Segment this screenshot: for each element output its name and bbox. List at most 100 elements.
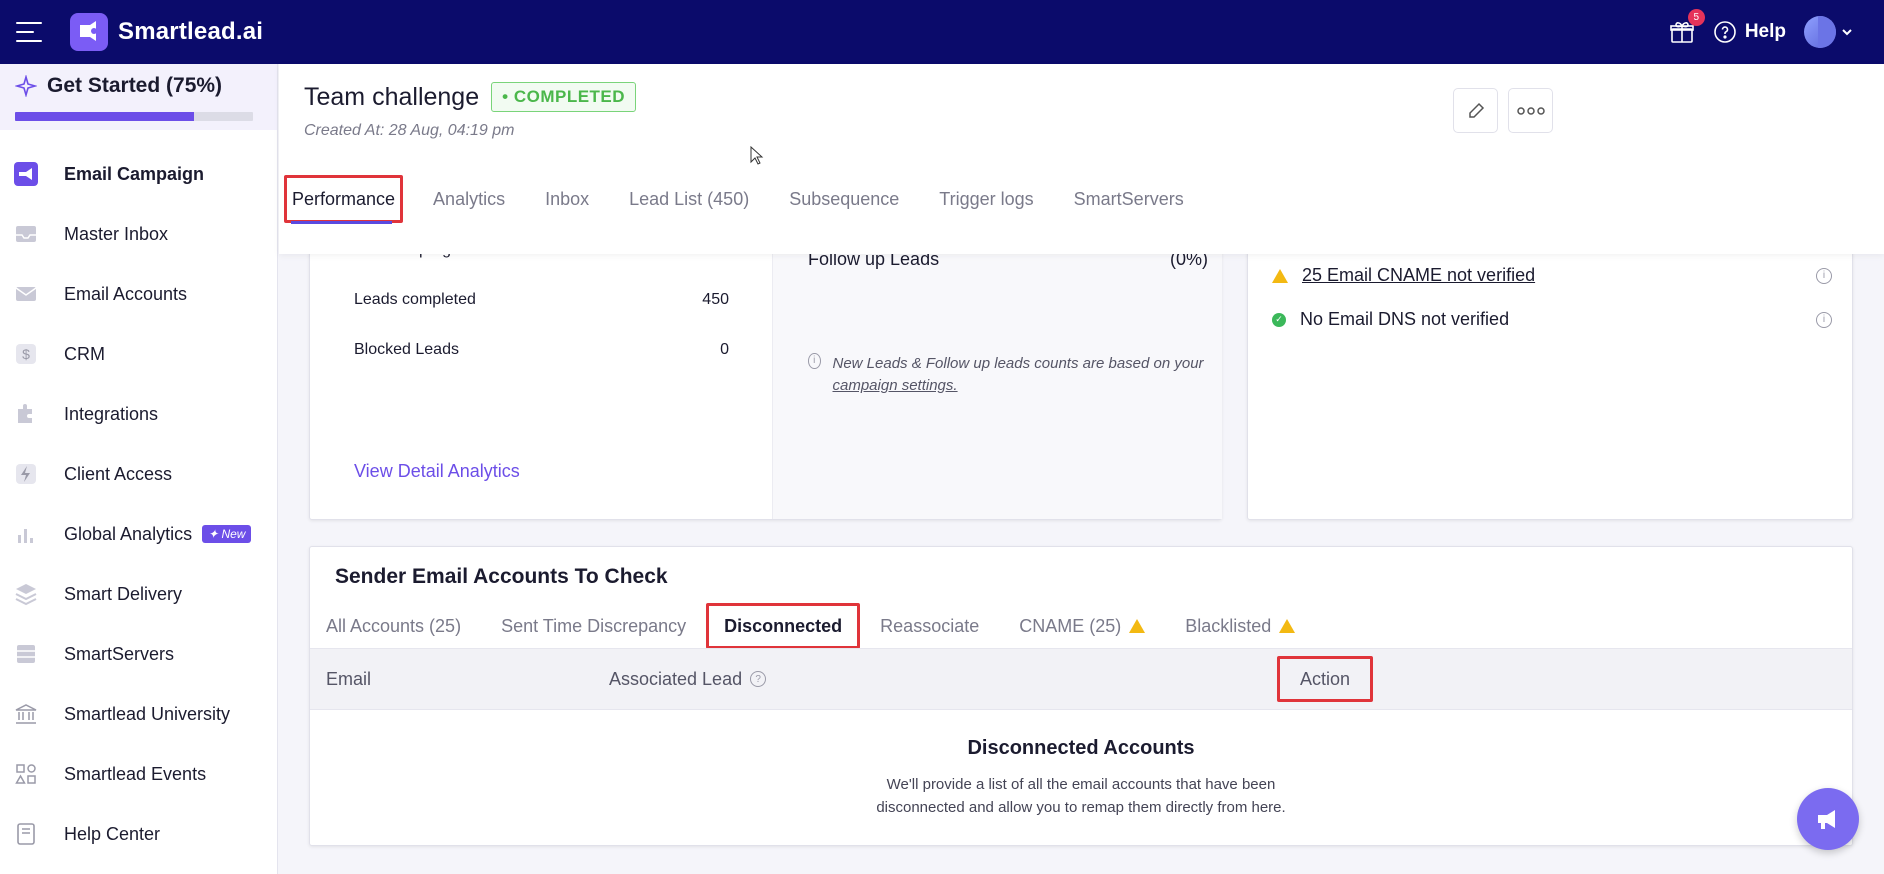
- inbox-icon: [13, 221, 39, 247]
- tab-smartservers[interactable]: SmartServers: [1054, 175, 1204, 223]
- get-started-label: Get Started (75%): [47, 74, 223, 97]
- health-check-label: No Email DNS not verified: [1300, 309, 1510, 329]
- sidebar-item-label: Master Inbox: [64, 223, 169, 244]
- help-circle-icon[interactable]: ?: [750, 671, 767, 687]
- campaign-settings-link[interactable]: campaign settings.: [833, 377, 958, 394]
- sidebar-item-email-accounts[interactable]: Email Accounts: [0, 264, 277, 324]
- notification-badge: 5: [1687, 9, 1705, 26]
- subtab-label: Disconnected: [724, 615, 843, 636]
- sender-accounts-card: Sender Email Accounts To Check All Accou…: [309, 546, 1853, 846]
- bar-chart-icon: [13, 521, 39, 547]
- sidebar-item-email-campaign[interactable]: Email Campaign: [0, 144, 277, 204]
- sidebar-item-label: CRM: [64, 343, 105, 364]
- hamburger-menu-icon[interactable]: [16, 22, 42, 42]
- sidebar-item-smartlead-events[interactable]: Smartlead Events: [0, 744, 277, 804]
- table-header: Email Associated Lead ? Action: [310, 648, 1852, 710]
- mouse-cursor-icon: [750, 146, 764, 165]
- tab-lead-list-450[interactable]: Lead List (450): [609, 175, 769, 223]
- subtab-sent-time-discrepancy[interactable]: Sent Time Discrepancy: [481, 603, 706, 649]
- column-action: Action: [1277, 656, 1374, 702]
- sidebar-item-crm[interactable]: $ CRM: [0, 324, 277, 384]
- lead-counts-note: i New Leads & Follow up leads counts are…: [808, 353, 1208, 397]
- health-checks-card: ✓No Email Reassociation Pendingi25 Email…: [1247, 221, 1853, 520]
- chat-support-button[interactable]: [1797, 788, 1859, 850]
- lead-stat-value: 450: [702, 291, 729, 308]
- help-label: Help: [1744, 21, 1786, 42]
- sidebar-item-smartservers[interactable]: SmartServers: [0, 624, 277, 684]
- sidebar-item-label: Integrations: [64, 403, 159, 424]
- created-at: Created At: 28 Aug, 04:19 pm: [304, 122, 515, 139]
- top-navbar: Smartlead.ai 5 Help: [0, 0, 1884, 64]
- check-circle-icon: ✓: [1272, 312, 1286, 327]
- gift-icon[interactable]: 5: [1669, 9, 1705, 45]
- sidebar-item-label: Email Campaign: [64, 163, 205, 184]
- subtab-label: Blacklisted: [1185, 615, 1272, 636]
- sparkle-icon: [15, 75, 37, 97]
- more-options-button[interactable]: [1508, 88, 1553, 133]
- sidebar: Get Started (75%) Email Campaign Master I…: [0, 64, 278, 874]
- tab-trigger-logs[interactable]: Trigger logs: [919, 175, 1053, 223]
- get-started-panel[interactable]: Get Started (75%): [0, 64, 277, 130]
- sender-account-tabs: All Accounts (25) Sent Time Discrepancy Di…: [310, 603, 1315, 649]
- user-menu[interactable]: [1804, 16, 1854, 48]
- tab-subsequence[interactable]: Subsequence: [769, 175, 919, 223]
- sidebar-item-master-inbox[interactable]: Master Inbox: [0, 204, 277, 264]
- sender-accounts-title: Sender Email Accounts To Check: [335, 565, 668, 588]
- sidebar-item-help-center[interactable]: Help Center: [0, 804, 277, 864]
- view-detail-analytics-link[interactable]: View Detail Analytics: [354, 461, 520, 482]
- lead-stat-label: Blocked Leads: [354, 341, 459, 358]
- sidebar-item-label: Global Analytics: [64, 523, 193, 544]
- sidebar-item-smart-delivery[interactable]: Smart Delivery: [0, 564, 277, 624]
- subtab-disconnected[interactable]: Disconnected: [706, 603, 861, 649]
- lead-stat-row: Leads completed 450: [354, 291, 729, 309]
- envelope-icon: [13, 281, 39, 307]
- events-grid-icon: [13, 761, 39, 787]
- tab-performance[interactable]: Performance: [284, 175, 404, 224]
- subtab-label: CNAME (25): [1019, 615, 1122, 636]
- sidebar-item-label: SmartServers: [64, 643, 175, 664]
- warning-icon: [1279, 619, 1296, 633]
- help-button[interactable]: Help: [1713, 20, 1786, 44]
- lead-status-column: View Detail Analytics Leads in progress0…: [310, 231, 772, 519]
- tab-analytics[interactable]: Analytics: [413, 175, 525, 223]
- sidebar-item-label: Smartlead Events: [64, 763, 207, 784]
- info-icon[interactable]: i: [1816, 311, 1832, 328]
- sidebar-nav: Email Campaign Master Inbox Email Accounts…: [0, 130, 277, 864]
- app-name: Smartlead.ai: [118, 18, 264, 45]
- tab-inbox[interactable]: Inbox: [525, 175, 609, 223]
- info-icon[interactable]: i: [1816, 267, 1832, 284]
- sidebar-item-client-access[interactable]: Client Access: [0, 444, 277, 504]
- puzzle-icon: [13, 401, 39, 427]
- sidebar-item-label: Smart Delivery: [64, 583, 183, 604]
- sidebar-item-integrations[interactable]: Integrations: [0, 384, 277, 444]
- book-icon: [13, 821, 39, 847]
- health-check-row: ✓ No Email DNS not verified i: [1272, 309, 1832, 330]
- layers-icon: [13, 581, 39, 607]
- dollar-icon: $: [13, 341, 39, 367]
- warning-icon: [1272, 268, 1288, 283]
- column-associated-lead: Associated Lead ?: [609, 649, 767, 709]
- health-check-label[interactable]: 25 Email CNAME not verified: [1302, 265, 1816, 286]
- subtab-cname-25[interactable]: CNAME (25): [999, 603, 1165, 649]
- sidebar-item-smartlead-university[interactable]: Smartlead University: [0, 684, 277, 744]
- lead-types-panel: i New Leads & Follow up leads counts are…: [772, 205, 1222, 519]
- campaign-header: Team challenge • COMPLETED Created At: 2…: [279, 64, 1884, 254]
- column-email: Email: [326, 668, 372, 689]
- subtab-all-accounts-25[interactable]: All Accounts (25): [310, 603, 481, 649]
- health-check-row: 25 Email CNAME not verified i: [1272, 265, 1832, 286]
- svg-text:$: $: [22, 346, 30, 362]
- empty-state-description: We'll provide a list of all the email ac…: [876, 776, 1286, 816]
- chevron-down-icon: [1842, 29, 1852, 36]
- subtab-label: All Accounts (25): [326, 615, 462, 636]
- subtab-blacklisted[interactable]: Blacklisted: [1165, 603, 1315, 649]
- warning-icon: [1129, 619, 1146, 633]
- info-icon: i: [808, 353, 821, 369]
- lead-stats-card: View Detail Analytics Leads in progress0…: [309, 205, 1222, 520]
- new-badge: ✦ New: [202, 525, 252, 543]
- server-icon: [13, 641, 39, 667]
- subtab-reassociate[interactable]: Reassociate: [860, 603, 999, 649]
- edit-button[interactable]: [1453, 88, 1498, 133]
- sidebar-item-label: Client Access: [64, 463, 173, 484]
- sidebar-item-global-analytics[interactable]: Global Analytics ✦ New: [0, 504, 277, 564]
- sidebar-item-label: Smartlead University: [64, 703, 231, 724]
